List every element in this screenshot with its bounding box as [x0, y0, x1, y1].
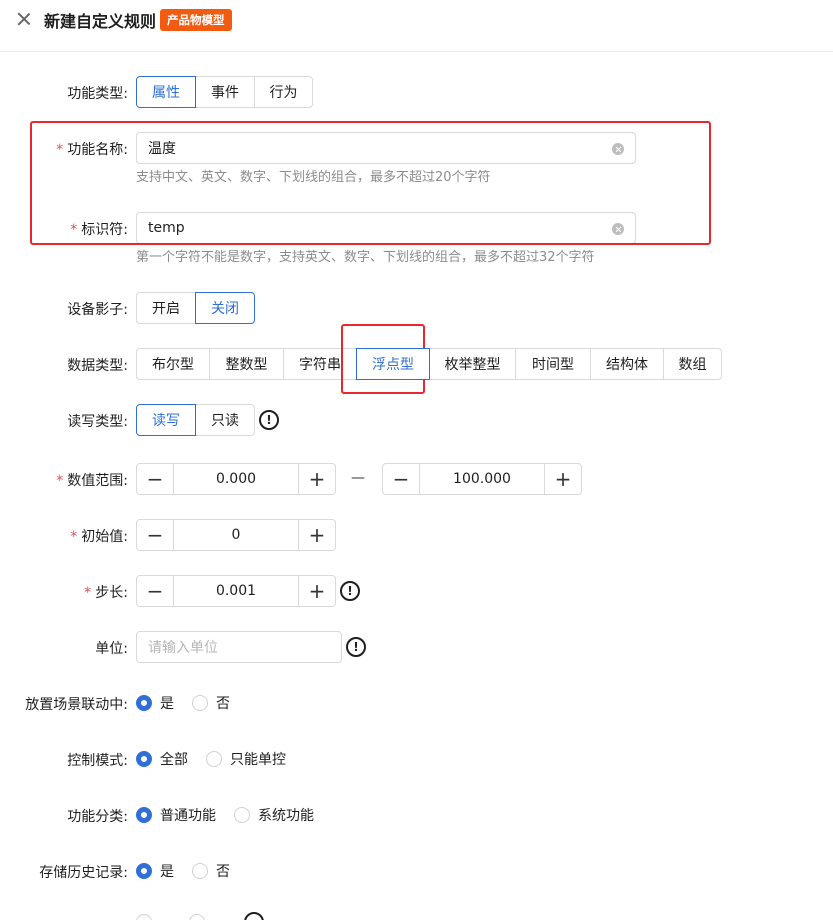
scene-linkage-option-no[interactable]: 否 [192, 693, 230, 713]
range-min-value[interactable]: 0.000 [174, 464, 298, 494]
identifier-input[interactable]: temp [136, 212, 636, 244]
control-mode-option-single[interactable]: 只能单控 [206, 749, 286, 769]
required-mark: * [70, 222, 78, 238]
function-type-option-action[interactable]: 行为 [254, 76, 313, 108]
control-mode-label: 控制模式: [67, 753, 128, 769]
scene-linkage-label: 放置场景联动中: [25, 697, 128, 713]
function-category-label: 功能分类: [67, 809, 128, 825]
clear-icon[interactable] [612, 223, 624, 235]
radio-unchecked-icon [234, 807, 250, 823]
initial-value-value[interactable]: 0 [174, 520, 298, 550]
radio-checked-icon [136, 807, 152, 823]
data-type-label: 数据类型: [67, 358, 128, 374]
radio-unchecked-icon [192, 863, 208, 879]
function-name-label: * 功能名称: [56, 142, 128, 158]
scene-linkage-radio-group: 是 否 [136, 693, 248, 713]
close-icon[interactable] [14, 9, 34, 29]
range-min-stepper: − 0.000 + [136, 463, 336, 495]
history-option-no[interactable]: 否 [192, 861, 230, 881]
data-type-option-integer[interactable]: 整数型 [209, 348, 284, 380]
radio-checked-icon [136, 863, 152, 879]
radio-unchecked-icon [192, 695, 208, 711]
device-shadow-label: 设备影子: [67, 302, 128, 318]
data-type-option-array[interactable]: 数组 [663, 348, 722, 380]
decrement-button[interactable]: − [383, 464, 420, 494]
initial-value-stepper: − 0 + [136, 519, 336, 551]
history-option-yes[interactable]: 是 [136, 861, 174, 881]
rw-type-label: 读写类型: [67, 414, 128, 430]
increment-button[interactable]: + [298, 520, 335, 550]
data-type-option-struct[interactable]: 结构体 [590, 348, 664, 380]
radio-checked-icon [136, 751, 152, 767]
radio-unchecked-icon[interactable] [189, 914, 205, 920]
history-label: 存储历史记录: [39, 865, 128, 881]
unit-placeholder: 请输入单位 [148, 640, 218, 656]
initial-value-label: * 初始值: [70, 529, 128, 545]
control-mode-option-all[interactable]: 全部 [136, 749, 188, 769]
step-value[interactable]: 0.001 [174, 576, 298, 606]
unit-input[interactable]: 请输入单位 [136, 631, 342, 663]
required-mark: * [70, 529, 78, 545]
data-type-segmented: 布尔型 整数型 字符串 浮点型 枚举整型 时间型 结构体 数组 [136, 348, 722, 380]
clear-icon[interactable] [612, 143, 624, 155]
control-mode-radio-group: 全部 只能单控 [136, 749, 304, 769]
function-type-label: 功能类型: [67, 86, 128, 102]
identifier-value: temp [148, 220, 185, 236]
function-type-option-event[interactable]: 事件 [195, 76, 255, 108]
page-title: 新建自定义规则 [44, 12, 157, 31]
drawer-header: 新建自定义规则 产品物模型 [0, 0, 833, 52]
device-shadow-option-off[interactable]: 关闭 [195, 292, 255, 324]
info-icon[interactable]: ! [340, 581, 360, 601]
range-max-stepper: − 100.000 + [382, 463, 582, 495]
required-mark: * [84, 585, 92, 601]
device-shadow-option-on[interactable]: 开启 [136, 292, 196, 324]
function-name-hint: 支持中文、英文、数字、下划线的组合，最多不超过20个字符 [136, 170, 491, 185]
device-shadow-segmented: 开启 关闭 [136, 292, 255, 324]
info-icon[interactable]: ! [259, 410, 279, 430]
info-icon[interactable] [244, 912, 264, 920]
rw-type-option-readonly[interactable]: 只读 [195, 404, 255, 436]
required-mark: * [56, 473, 64, 489]
identifier-label: * 标识符: [70, 222, 128, 238]
decrement-button[interactable]: − [137, 576, 174, 606]
function-category-option-system[interactable]: 系统功能 [234, 805, 314, 825]
data-type-option-string[interactable]: 字符串 [283, 348, 357, 380]
value-range-label: * 数值范围: [56, 473, 128, 489]
product-model-tag: 产品物模型 [160, 9, 232, 31]
function-category-option-normal[interactable]: 普通功能 [136, 805, 216, 825]
unit-label: 单位: [95, 641, 128, 657]
step-label: * 步长: [84, 585, 128, 601]
rw-type-option-readwrite[interactable]: 读写 [136, 404, 196, 436]
info-icon[interactable]: ! [346, 637, 366, 657]
function-name-input[interactable]: 温度 [136, 132, 636, 164]
function-type-option-property[interactable]: 属性 [136, 76, 196, 108]
identifier-hint: 第一个字符不能是数字，支持英文、数字、下划线的组合，最多不超过32个字符 [136, 250, 595, 265]
radio-checked-icon [136, 695, 152, 711]
data-type-option-boolean[interactable]: 布尔型 [136, 348, 210, 380]
decrement-button[interactable]: − [137, 464, 174, 494]
range-separator: — [351, 470, 365, 486]
function-type-segmented: 属性 事件 行为 [136, 76, 313, 108]
rw-type-segmented: 读写 只读 [136, 404, 255, 436]
history-radio-group: 是 否 [136, 861, 248, 881]
data-type-option-time[interactable]: 时间型 [515, 348, 591, 380]
radio-unchecked-icon [206, 751, 222, 767]
function-category-radio-group: 普通功能 系统功能 [136, 805, 332, 825]
range-max-value[interactable]: 100.000 [420, 464, 544, 494]
data-type-option-enum[interactable]: 枚举整型 [429, 348, 516, 380]
data-type-option-float[interactable]: 浮点型 [356, 348, 430, 380]
scene-linkage-option-yes[interactable]: 是 [136, 693, 174, 713]
radio-unchecked-icon[interactable] [136, 914, 152, 920]
decrement-button[interactable]: − [137, 520, 174, 550]
step-stepper: − 0.001 + [136, 575, 336, 607]
required-mark: * [56, 142, 64, 158]
function-name-value: 温度 [148, 141, 176, 157]
increment-button[interactable]: + [298, 576, 335, 606]
increment-button[interactable]: + [298, 464, 335, 494]
increment-button[interactable]: + [544, 464, 581, 494]
